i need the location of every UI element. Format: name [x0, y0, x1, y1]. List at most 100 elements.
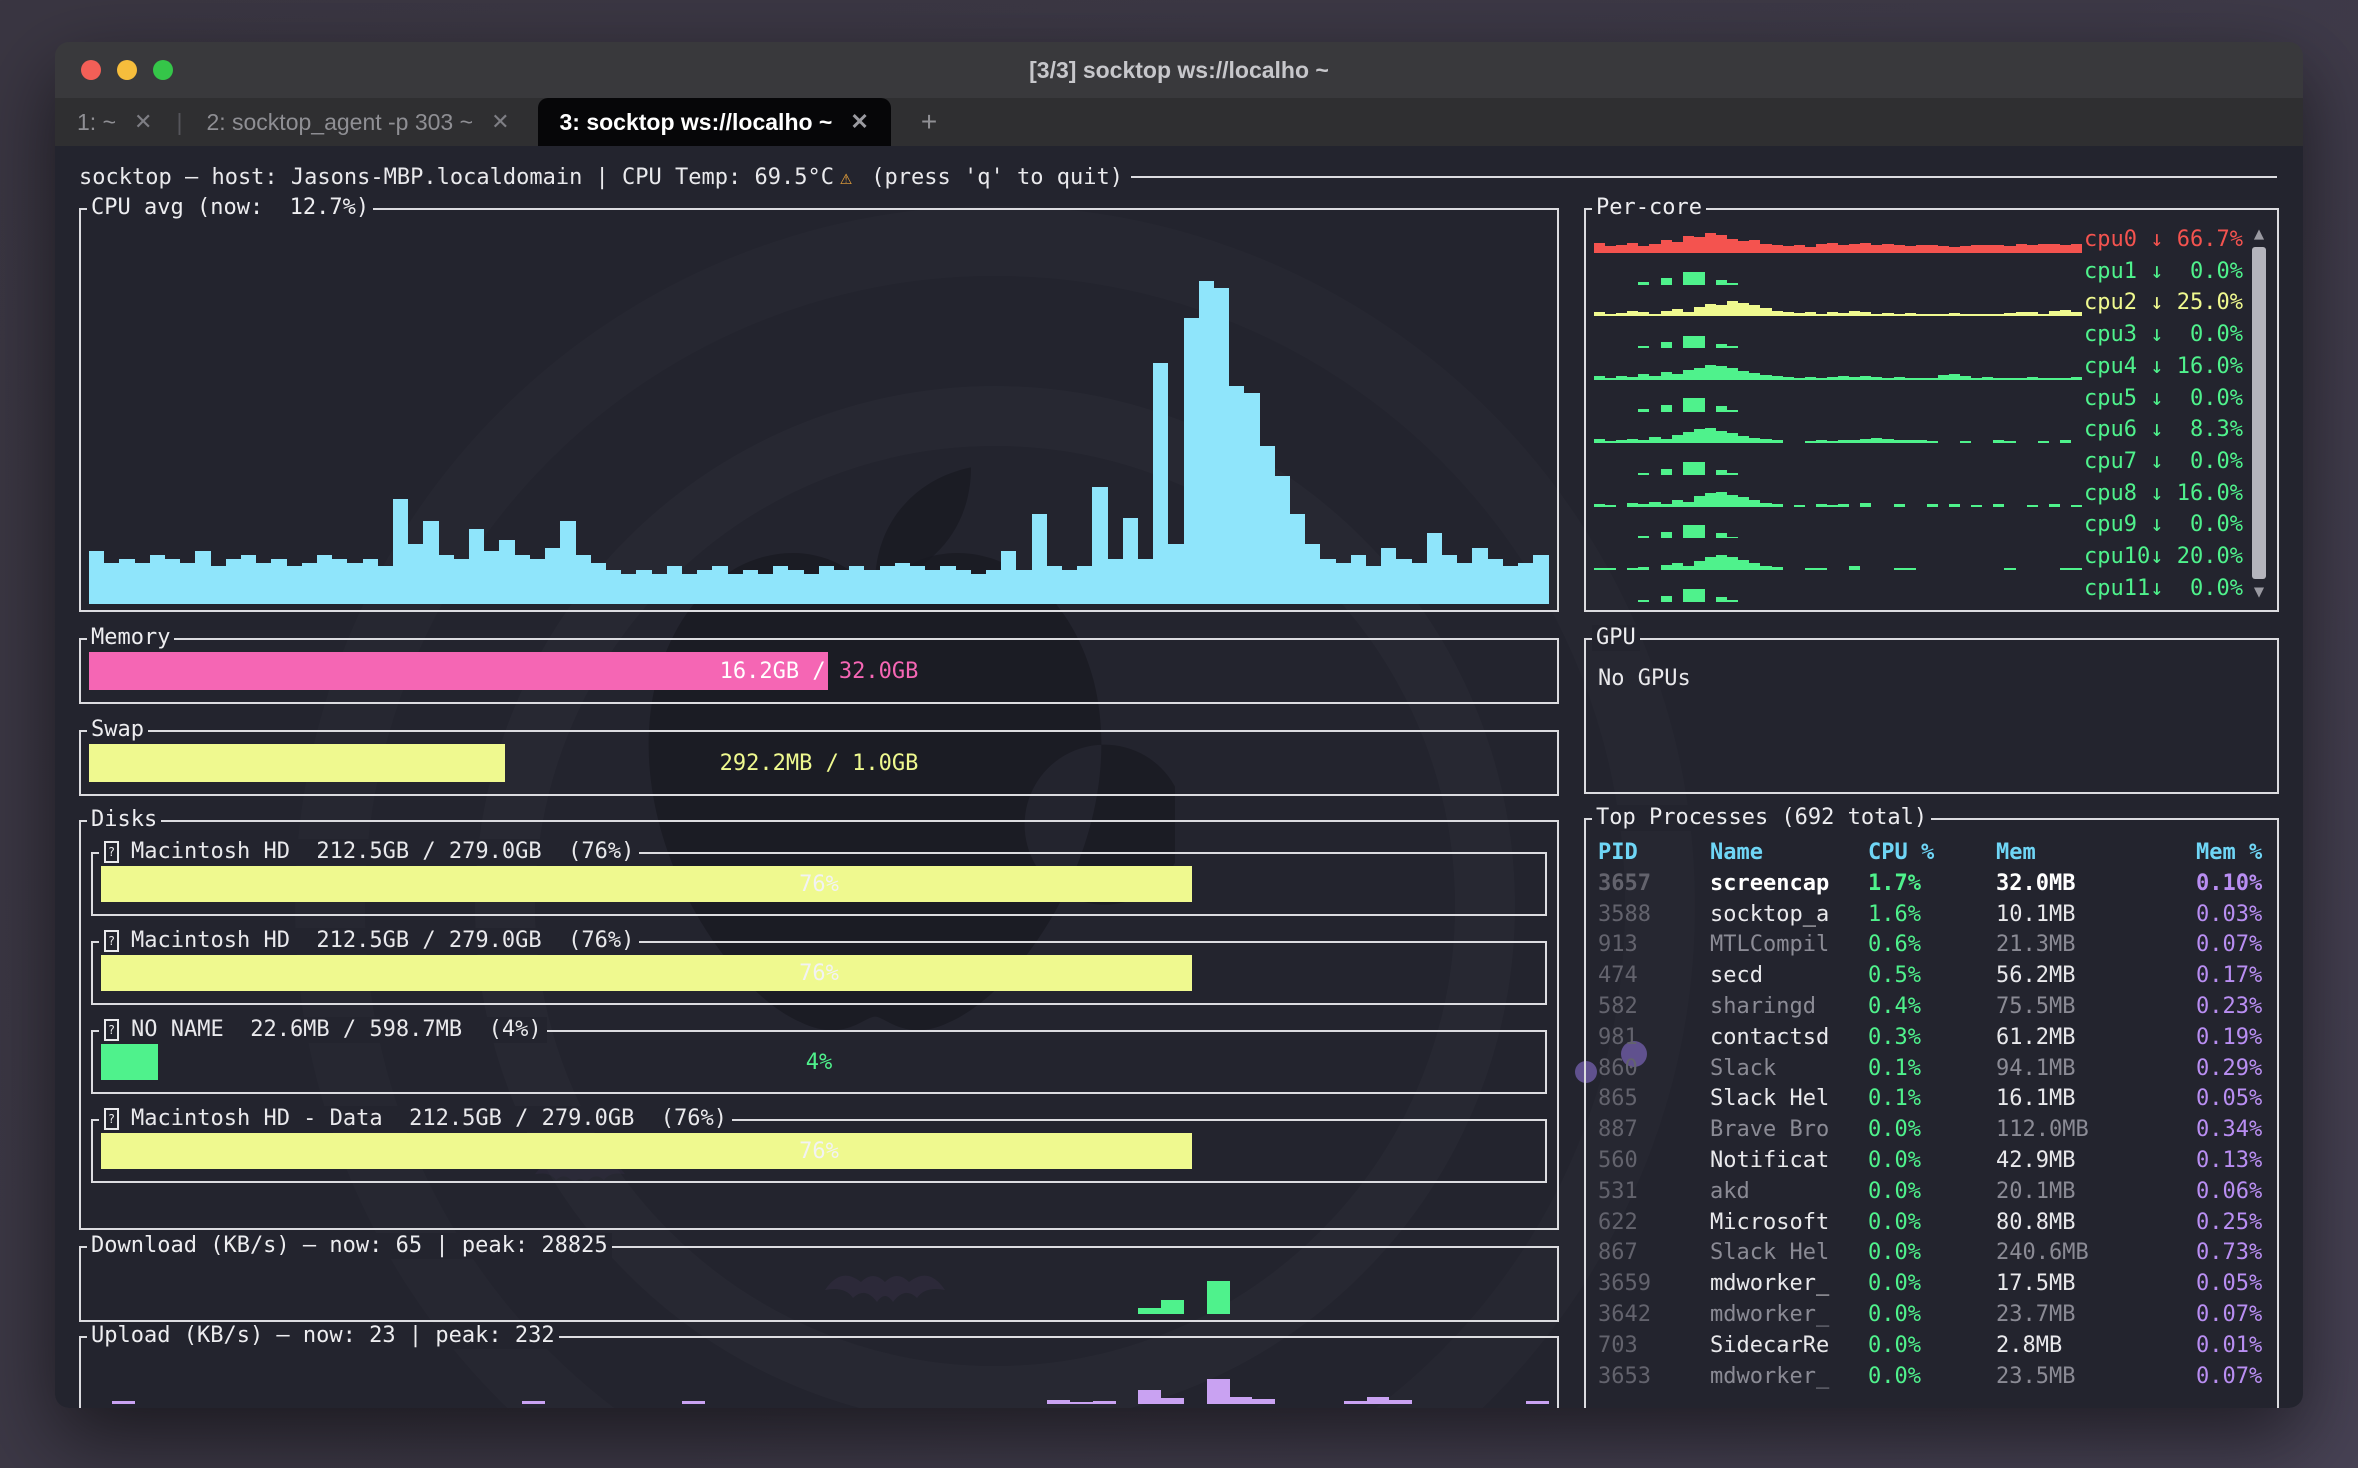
process-cell-mem: 32.0MB — [1996, 869, 2196, 900]
chart-bar — [1727, 410, 1738, 412]
chart-bar — [1716, 305, 1727, 317]
chart-bar — [256, 563, 271, 604]
scrollbar-thumb[interactable] — [2252, 247, 2266, 579]
process-cell-pid: 3588 — [1598, 900, 1710, 931]
process-cell-memp: 0.23% — [2196, 992, 2267, 1023]
left-column: CPU avg (now: 12.7%) Memory 16.2GB / 32.… — [79, 208, 1559, 1408]
tab-1-close-icon[interactable]: ✕ — [134, 109, 152, 135]
process-row-703: 703SidecarRe0.0%2.8MB0.01% — [1598, 1331, 2267, 1362]
tab-2[interactable]: 2: socktop_agent -p 303 ~ ✕ — [184, 98, 531, 146]
chart-bar — [1533, 555, 1548, 604]
disks-panel: Disks ?Macintosh HD 212.5GB / 279.0GB (7… — [79, 820, 1559, 1230]
tab-1[interactable]: 1: ~ ✕ — [55, 98, 174, 146]
chart-bar — [1971, 505, 1982, 507]
tab-2-close-icon[interactable]: ✕ — [491, 109, 509, 135]
disk-label: Macintosh HD 212.5GB / 279.0GB (76%) — [131, 839, 634, 865]
chart-bar — [2027, 377, 2038, 380]
core-sparkline-cpu5 — [1594, 383, 2082, 412]
chart-bar — [1716, 344, 1727, 349]
chart-bar — [682, 1401, 705, 1404]
chart-bar — [1661, 565, 1672, 570]
chart-bar — [1783, 246, 1794, 253]
process-cell-memp: 0.19% — [2196, 1023, 2267, 1054]
process-cell-memp: 0.03% — [2196, 900, 2267, 931]
chart-bar — [1683, 566, 1694, 570]
disk-missing-glyph-icon: ? — [104, 841, 119, 863]
scroll-down-icon[interactable]: ▼ — [2254, 582, 2264, 602]
cpu-avg-chart — [89, 228, 1549, 604]
process-col-header: Name — [1710, 838, 1868, 869]
chart-bar — [1252, 1399, 1275, 1404]
chart-bar — [112, 1401, 135, 1404]
process-row-531: 531akd0.0%20.1MB0.06% — [1598, 1177, 2267, 1208]
chart-bar — [1905, 378, 1916, 380]
chart-bar — [1661, 405, 1672, 412]
chart-bar — [1503, 566, 1518, 604]
chart-bar — [439, 555, 454, 604]
chart-bar — [1738, 497, 1749, 506]
chart-bar — [393, 499, 408, 604]
disk-gauge-label: 4% — [101, 1044, 1537, 1080]
chart-bar — [499, 540, 514, 604]
process-row-981: 981contactsd0.3%61.2MB0.19% — [1598, 1023, 2267, 1054]
chart-bar — [2049, 504, 2060, 506]
cpu-avg-title: CPU avg (now: 12.7%) — [87, 195, 373, 221]
chart-bar — [1389, 1400, 1412, 1404]
chart-bar — [1153, 363, 1168, 604]
download-chart — [89, 1268, 1549, 1314]
chart-bar — [1672, 435, 1683, 444]
chart-bar — [1694, 336, 1705, 348]
chart-bar — [1727, 283, 1738, 285]
chart-bar — [1472, 548, 1487, 604]
gpu-title: GPU — [1592, 625, 1640, 651]
chart-bar — [241, 555, 256, 604]
chart-bar — [347, 563, 362, 604]
tab-3-close-icon[interactable]: ✕ — [850, 109, 868, 135]
chart-bar — [545, 548, 560, 604]
chart-bar — [1838, 245, 1849, 253]
process-cell-mem: 16.1MB — [1996, 1084, 2196, 1115]
process-cell-name: Slack Hel — [1710, 1084, 1868, 1115]
gpu-panel: GPU No GPUs — [1584, 638, 2279, 794]
chart-bar — [1683, 312, 1694, 317]
chart-bar — [1275, 476, 1290, 604]
tab-3-active[interactable]: 3: socktop ws://localho ~ ✕ — [538, 98, 891, 146]
process-cell-mem: 23.7MB — [1996, 1300, 2196, 1331]
process-cell-name: SidecarRe — [1710, 1331, 1868, 1362]
process-cell-memp: 0.07% — [2196, 1300, 2267, 1331]
chart-bar — [2049, 244, 2060, 253]
new-tab-button[interactable]: + — [921, 106, 937, 138]
disk-gauge-label: 76% — [101, 1133, 1537, 1169]
tab-bar: 1: ~ ✕ | 2: socktop_agent -p 303 ~ ✕ 3: … — [55, 98, 2303, 146]
chart-bar — [1694, 398, 1705, 411]
chart-bar — [1649, 502, 1660, 507]
chart-bar — [1661, 311, 1672, 316]
disk-gauge-1: 76% — [101, 955, 1537, 991]
disk-item-1: ?Macintosh HD 212.5GB / 279.0GB (76%)76% — [91, 941, 1547, 1005]
process-table-rows: 3657screencap1.7%32.0MB0.10%3588socktop_… — [1598, 869, 2267, 1393]
process-cell-pid: 703 — [1598, 1331, 1710, 1362]
chart-bar — [895, 563, 910, 604]
chart-bar — [1705, 304, 1716, 317]
process-cell-mem: 112.0MB — [1996, 1115, 2196, 1146]
chart-bar — [1860, 376, 1871, 380]
chart-bar — [1727, 368, 1738, 380]
memory-used: 16.2GB / — [720, 659, 839, 684]
chart-bar — [1488, 559, 1503, 604]
chart-bar — [1518, 563, 1533, 604]
chart-bar — [1683, 432, 1694, 443]
chart-bar — [378, 566, 393, 604]
process-cell-pid: 887 — [1598, 1115, 1710, 1146]
chart-bar — [1827, 377, 1838, 380]
chart-bar — [1738, 371, 1749, 380]
chart-bar — [1949, 374, 1960, 380]
disk-missing-glyph-icon: ? — [104, 1019, 119, 1041]
per-core-scrollbar[interactable]: ▲ ▼ — [2247, 224, 2271, 602]
chart-bar — [849, 566, 864, 604]
process-cell-cpu: 0.5% — [1868, 961, 1996, 992]
process-cell-name: Slack Hel — [1710, 1238, 1868, 1269]
chart-bar — [560, 521, 575, 604]
core-row-cpu7: cpu7 ↓ 0.0% — [1594, 446, 2243, 475]
scroll-up-icon[interactable]: ▲ — [2254, 224, 2264, 244]
chart-bar — [522, 1401, 545, 1404]
